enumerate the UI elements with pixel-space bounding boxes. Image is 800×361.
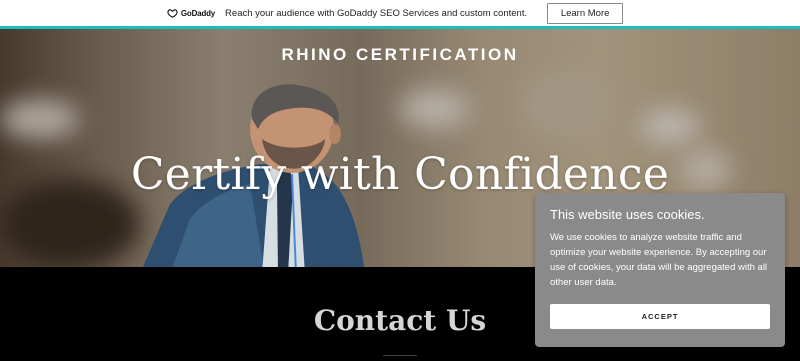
godaddy-logo-text: GoDaddy: [180, 8, 216, 18]
cookie-banner: This website uses cookies. We use cookie…: [535, 193, 785, 347]
promo-content: GoDaddy Reach your audience with GoDaddy…: [167, 2, 624, 24]
godaddy-logo: GoDaddy: [167, 9, 215, 18]
accept-cookies-button[interactable]: ACCEPT: [550, 304, 770, 329]
section-divider: [383, 355, 417, 356]
cookie-banner-title: This website uses cookies.: [550, 207, 705, 222]
learn-more-button[interactable]: Learn More: [547, 2, 624, 24]
site-title[interactable]: RHINO CERTIFICATION: [0, 45, 800, 65]
promo-bar: GoDaddy Reach your audience with GoDaddy…: [0, 0, 800, 29]
godaddy-icon: [167, 8, 178, 18]
promo-message: Reach your audience with GoDaddy SEO Ser…: [225, 7, 528, 19]
cookie-banner-text: We use cookies to analyze website traffi…: [550, 232, 768, 288]
